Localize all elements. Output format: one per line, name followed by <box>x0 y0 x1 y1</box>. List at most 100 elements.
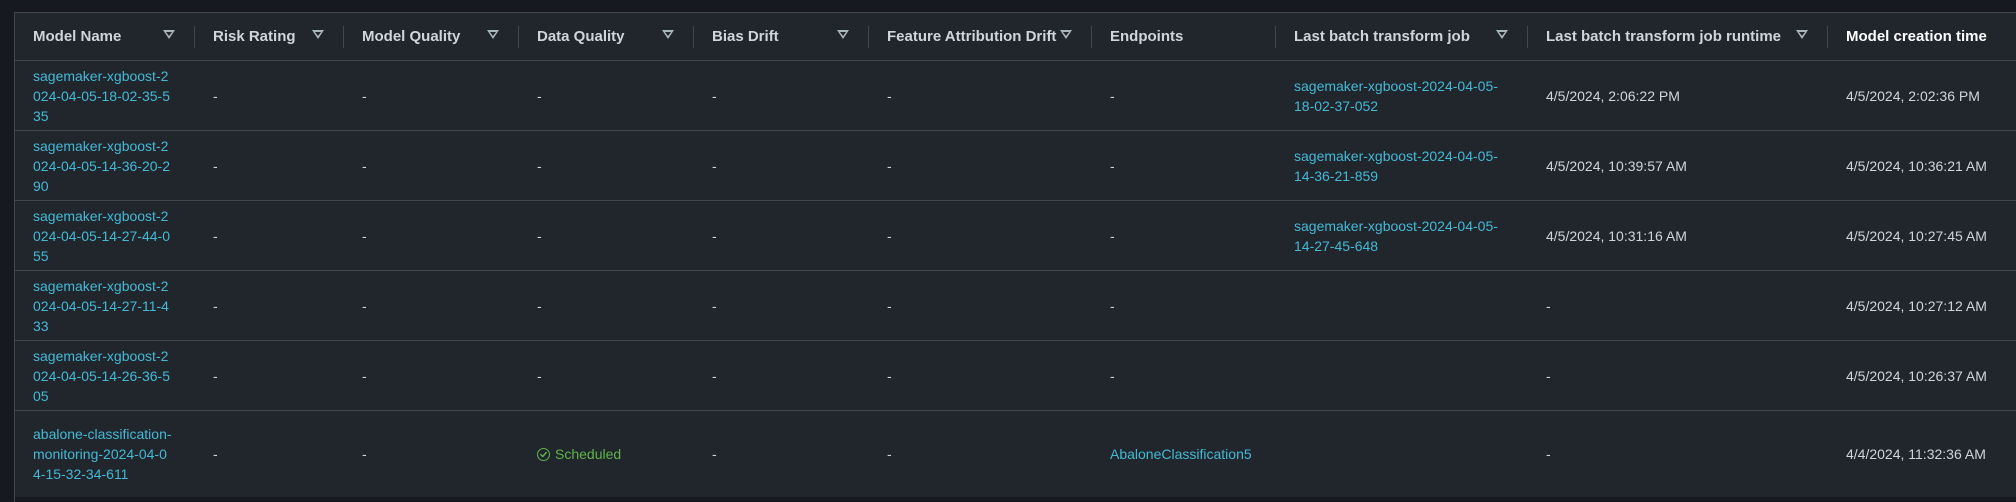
cell-last-batch-job <box>1276 270 1528 341</box>
cell-creation-time: 4/5/2024, 10:26:37 AM <box>1828 340 2016 411</box>
cell-model-quality: - <box>344 130 519 201</box>
status-label: Scheduled <box>555 446 622 463</box>
cell-last-batch-job: sagemaker-xgboost-2024-04-05-14-36-21-85… <box>1276 130 1528 201</box>
cell-endpoints: - <box>1092 270 1276 341</box>
column-header-label: Endpoints <box>1110 28 1184 45</box>
cell-last-batch-job: sagemaker-xgboost-2024-04-05-14-27-45-64… <box>1276 200 1528 271</box>
column-header-model-name[interactable]: Model Name <box>15 13 195 61</box>
cell-last-batch-job <box>1276 340 1528 411</box>
cell-model-name: sagemaker-xgboost-2024-04-05-14-27-44-05… <box>15 200 195 271</box>
cell-endpoints: - <box>1092 130 1276 201</box>
model-name-link[interactable]: sagemaker-xgboost-2024-04-05-14-26-36-50… <box>33 346 173 406</box>
left-edge <box>0 12 15 502</box>
cell-last-batch-runtime: - <box>1528 270 1828 341</box>
column-header-risk-rating[interactable]: Risk Rating <box>195 13 344 61</box>
cell-model-quality: - <box>344 340 519 411</box>
filter-caret-icon[interactable] <box>662 30 674 39</box>
filter-caret-icon[interactable] <box>487 30 499 39</box>
cell-creation-time: 4/5/2024, 10:27:45 AM <box>1828 200 2016 271</box>
column-header-last-batch-job[interactable]: Last batch transform job <box>1276 13 1528 61</box>
models-table: Model Name Risk Rating Model Quality Dat… <box>15 13 2016 497</box>
cell-risk-rating: - <box>195 200 344 271</box>
cell-risk-rating: - <box>213 446 218 462</box>
cell-data-quality: - <box>519 130 694 201</box>
column-header-label: Model Name <box>33 28 122 45</box>
column-header-label: Bias Drift <box>712 28 779 45</box>
cell-endpoints: AbaloneClassification5 <box>1092 411 1276 498</box>
cell-endpoints: - <box>1092 200 1276 271</box>
column-header-label: Last batch transform job <box>1294 28 1470 45</box>
model-name-link[interactable]: abalone-classification-monitoring-2024-0… <box>33 424 173 484</box>
cell-model-name: sagemaker-xgboost-2024-04-05-14-26-36-50… <box>15 340 195 411</box>
cell-data-quality: Scheduled <box>519 411 694 498</box>
cell-model-name: abalone-classification-monitoring-2024-0… <box>15 411 195 498</box>
column-header-data-quality[interactable]: Data Quality <box>519 13 694 61</box>
cell-risk-rating: - <box>195 270 344 341</box>
cell-feature-attribution-drift: - <box>869 200 1092 271</box>
batch-job-link[interactable]: sagemaker-xgboost-2024-04-05-14-36-21-85… <box>1294 146 1514 186</box>
model-name-link[interactable]: sagemaker-xgboost-2024-04-05-14-36-20-29… <box>33 136 173 196</box>
cell-last-batch-job <box>1276 411 1528 498</box>
column-header-feature-attribution-drift[interactable]: Feature Attribution Drift <box>869 13 1092 61</box>
cell-model-quality: - <box>344 60 519 131</box>
endpoint-link[interactable]: AbaloneClassification5 <box>1110 446 1252 462</box>
cell-creation-time: 4/5/2024, 10:27:12 AM <box>1828 270 2016 341</box>
check-circle-icon <box>537 447 550 461</box>
cell-creation-time: 4/5/2024, 2:02:36 PM <box>1828 60 2016 131</box>
filter-caret-icon[interactable] <box>1796 30 1808 39</box>
cell-endpoints: - <box>1092 60 1276 131</box>
cell-bias-drift: - <box>694 60 869 131</box>
cell-risk-rating: - <box>195 130 344 201</box>
cell-creation-time: 4/5/2024, 10:36:21 AM <box>1828 130 2016 201</box>
cell-bias-drift: - <box>694 270 869 341</box>
model-name-link[interactable]: sagemaker-xgboost-2024-04-05-14-27-11-43… <box>33 276 173 336</box>
cell-model-quality: - <box>362 446 367 462</box>
batch-job-link[interactable]: sagemaker-xgboost-2024-04-05-18-02-37-05… <box>1294 76 1514 116</box>
column-header-label: Last batch transform job runtime <box>1546 28 1782 45</box>
cell-model-quality: - <box>344 200 519 271</box>
cell-feature-attribution-drift: - <box>869 130 1092 201</box>
cell-last-batch-runtime: - <box>1546 446 1551 462</box>
filter-caret-icon[interactable] <box>163 30 175 39</box>
batch-job-link[interactable]: sagemaker-xgboost-2024-04-05-14-27-45-64… <box>1294 216 1514 256</box>
cell-data-quality: - <box>519 270 694 341</box>
cell-model-quality: - <box>344 270 519 341</box>
cell-feature-attribution-drift: - <box>869 60 1092 131</box>
cell-last-batch-job: sagemaker-xgboost-2024-04-05-18-02-37-05… <box>1276 60 1528 131</box>
column-header-bias-drift[interactable]: Bias Drift <box>694 13 869 61</box>
cell-creation-time: 4/4/2024, 11:32:36 AM <box>1846 446 1986 462</box>
table-row: sagemaker-xgboost-2024-04-05-14-27-11-43… <box>15 270 2016 341</box>
column-header-label: Feature Attribution Drift <box>887 28 1057 45</box>
cell-last-batch-runtime: - <box>1528 340 1828 411</box>
cell-data-quality: - <box>519 340 694 411</box>
filter-caret-icon[interactable] <box>837 30 849 39</box>
cell-data-quality: - <box>519 60 694 131</box>
column-header-creation-time[interactable]: Model creation time <box>1828 13 2016 61</box>
model-name-link[interactable]: sagemaker-xgboost-2024-04-05-14-27-44-05… <box>33 206 173 266</box>
column-header-last-batch-runtime[interactable]: Last batch transform job runtime <box>1528 13 1828 61</box>
table-header-row: Model Name Risk Rating Model Quality Dat… <box>15 13 2016 61</box>
cell-model-name: sagemaker-xgboost-2024-04-05-14-36-20-29… <box>15 130 195 201</box>
cell-last-batch-runtime: 4/5/2024, 10:39:57 AM <box>1528 130 1828 201</box>
filter-caret-icon[interactable] <box>1060 30 1072 39</box>
table-row: sagemaker-xgboost-2024-04-05-14-36-20-29… <box>15 130 2016 201</box>
status-badge: Scheduled <box>537 444 621 464</box>
cell-model-name: sagemaker-xgboost-2024-04-05-18-02-35-53… <box>15 60 195 131</box>
cell-data-quality: - <box>519 200 694 271</box>
cell-feature-attribution-drift: - <box>887 446 892 462</box>
table-row: sagemaker-xgboost-2024-04-05-14-27-44-05… <box>15 200 2016 271</box>
table-row: sagemaker-xgboost-2024-04-05-18-02-35-53… <box>15 60 2016 131</box>
column-header-model-quality[interactable]: Model Quality <box>344 13 519 61</box>
model-dashboard: Model Name Risk Rating Model Quality Dat… <box>0 0 2016 502</box>
filter-caret-icon[interactable] <box>1496 30 1508 39</box>
model-name-link[interactable]: sagemaker-xgboost-2024-04-05-18-02-35-53… <box>33 66 173 126</box>
column-header-label: Model Quality <box>362 28 461 45</box>
cell-bias-drift: - <box>694 200 869 271</box>
column-header-endpoints[interactable]: Endpoints <box>1092 13 1276 61</box>
filter-caret-icon[interactable] <box>312 30 324 39</box>
cell-feature-attribution-drift: - <box>869 340 1092 411</box>
table-row: sagemaker-xgboost-2024-04-05-14-26-36-50… <box>15 340 2016 411</box>
cell-endpoints: - <box>1092 340 1276 411</box>
cell-bias-drift: - <box>712 446 717 462</box>
cell-risk-rating: - <box>195 340 344 411</box>
